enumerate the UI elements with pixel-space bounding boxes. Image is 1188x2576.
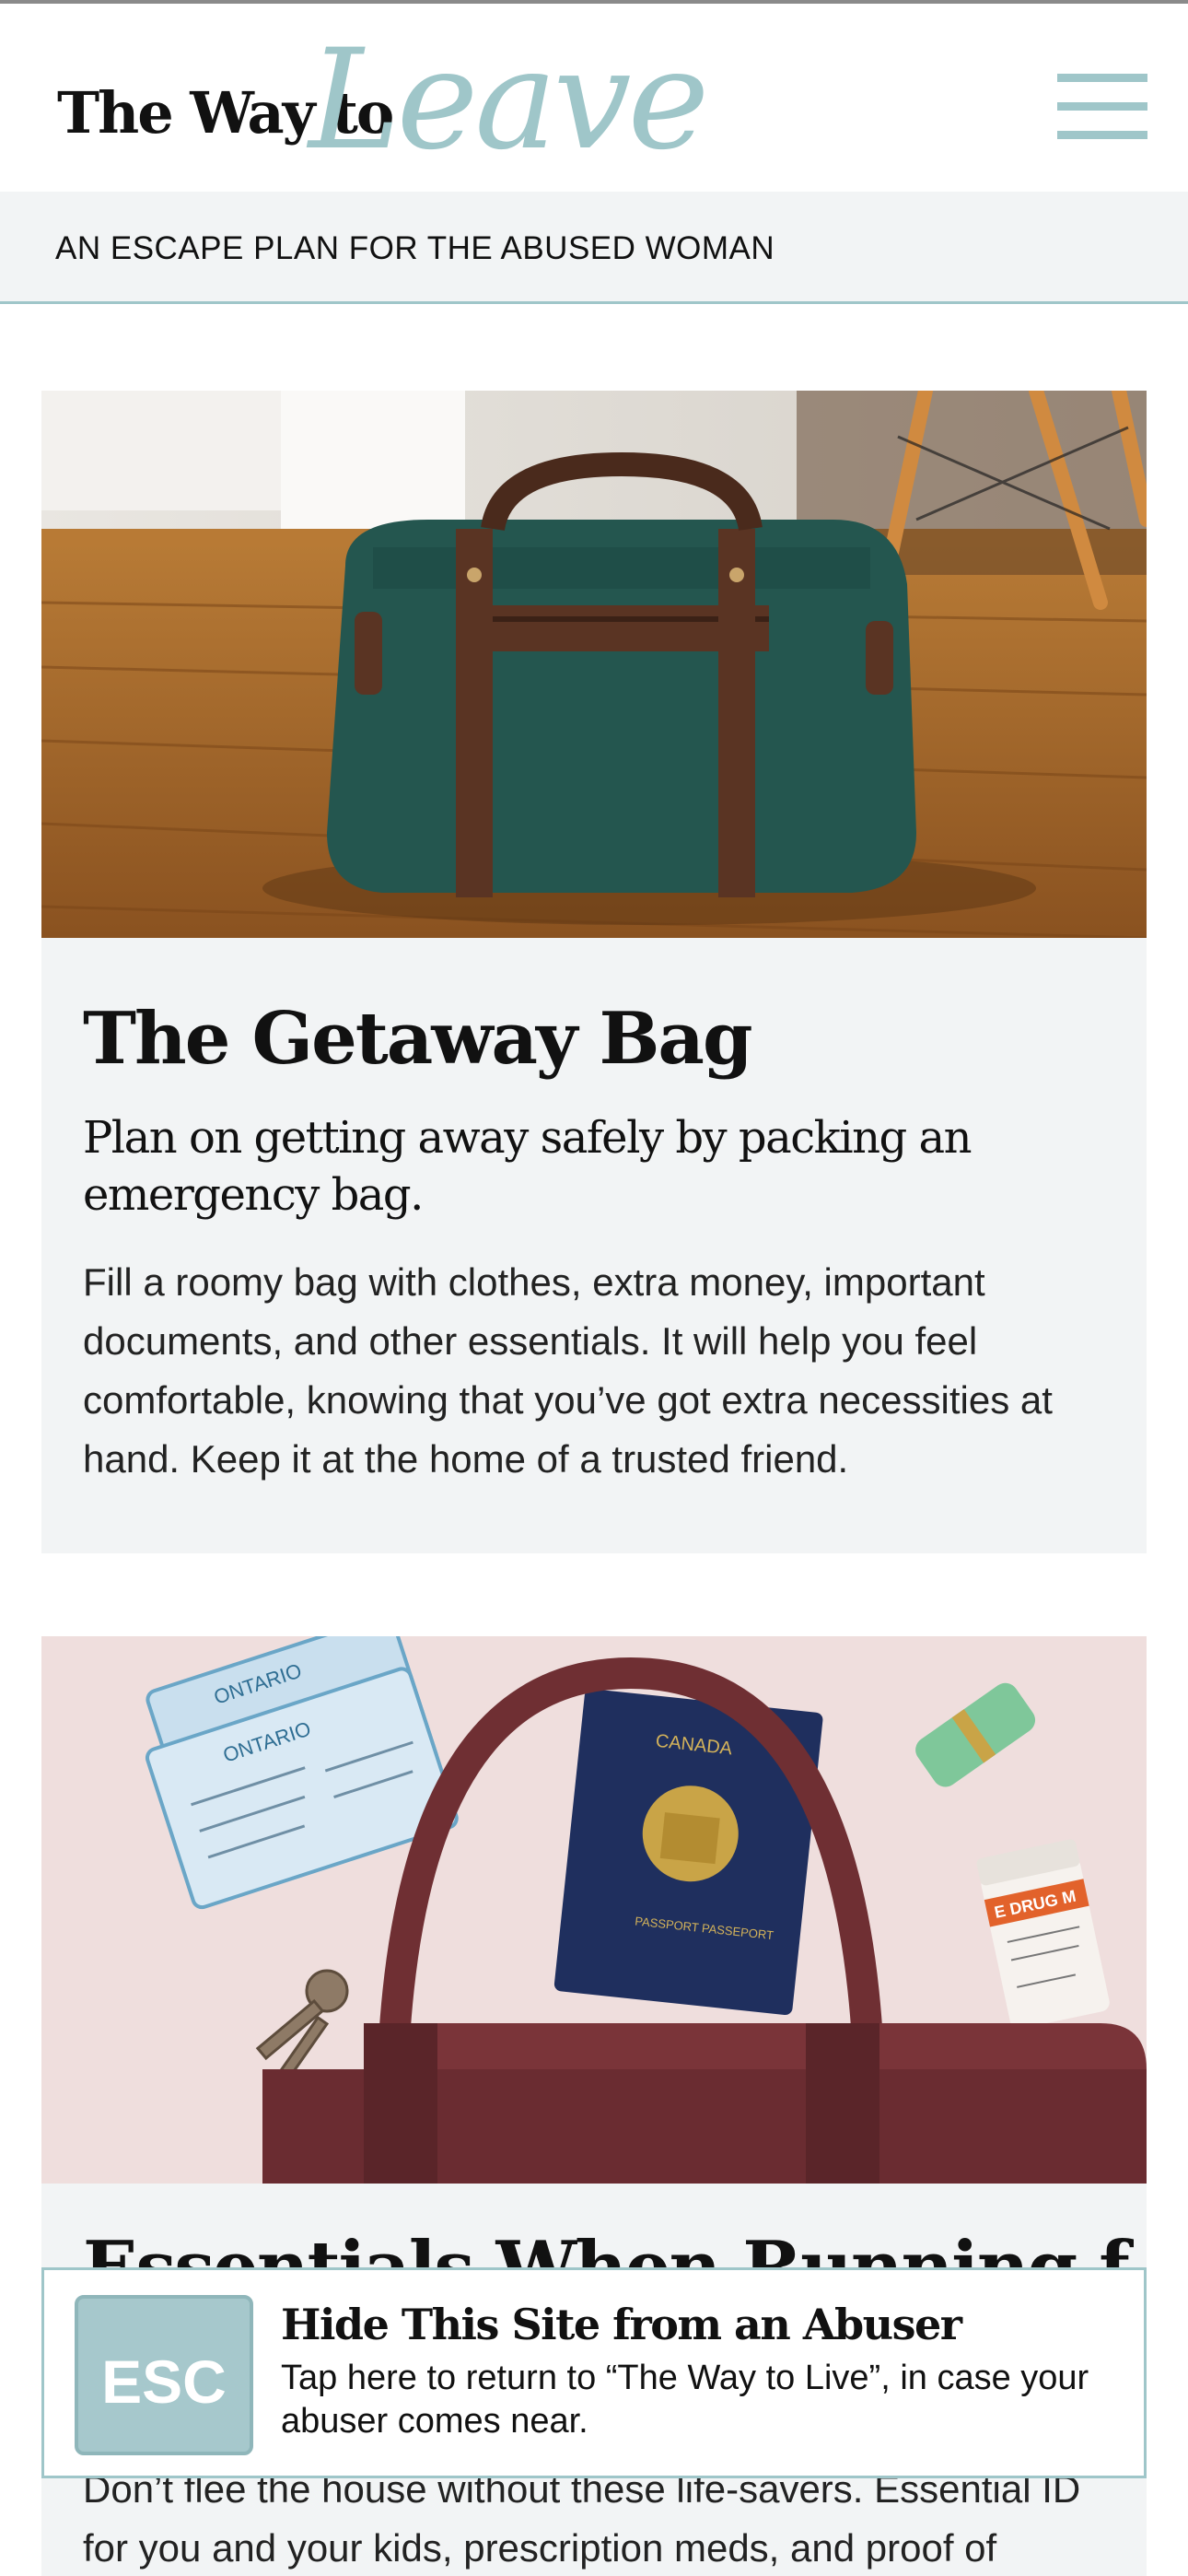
hide-site-button[interactable]: ESC Hide This Site from an Abuser Tap he… — [41, 2267, 1147, 2478]
esc-title: Hide This Site from an Abuser — [281, 2300, 962, 2349]
esc-badge-label: ESC — [101, 2348, 227, 2416]
esc-badge[interactable]: ESC — [75, 2295, 253, 2455]
getaway-bag-photo — [41, 391, 1147, 938]
esc-description: Tap here to return to “The Way to Live”,… — [281, 2359, 1089, 2441]
site-header: The Way to Leave — [0, 4, 1188, 192]
article-title[interactable]: The Getaway Bag — [83, 997, 753, 1081]
logo-script-word[interactable]: Leave — [309, 31, 709, 170]
article-subtitle: Plan on getting away safely by packing a… — [83, 1112, 973, 1221]
article-card[interactable]: The Getaway Bag Plan on getting away saf… — [41, 391, 1147, 1553]
site-tagline: AN ESCAPE PLAN FOR THE ABUSED WOMAN — [55, 230, 775, 266]
hamburger-menu-icon[interactable] — [1057, 74, 1147, 140]
article-body: Fill a roomy bag with clothes, extra mon… — [83, 1260, 1053, 1481]
tagline-bar: AN ESCAPE PLAN FOR THE ABUSED WOMAN — [0, 192, 1188, 304]
essentials-photo: ONTARIO ONTARIO CANADA PASSPORT PASSEPOR… — [41, 1636, 1147, 2184]
